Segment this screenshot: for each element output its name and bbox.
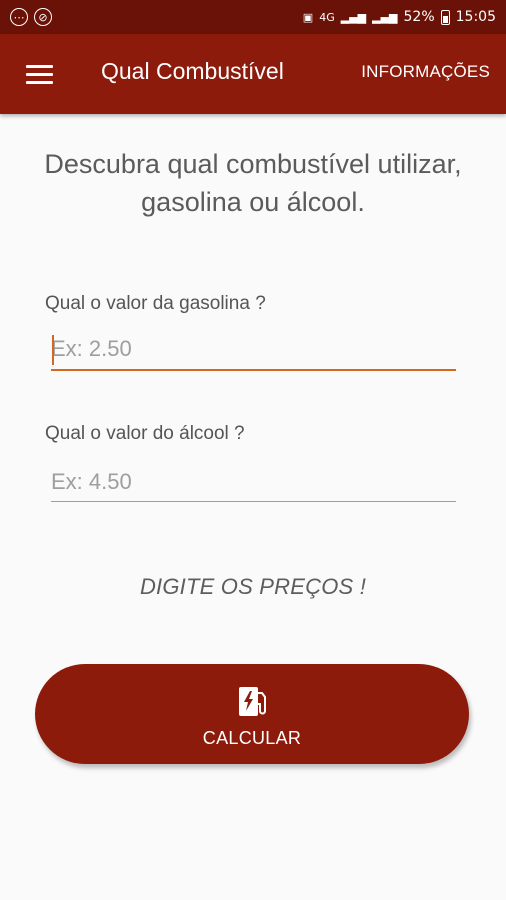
network-type: 4G	[319, 10, 335, 24]
fuel-pump-icon	[239, 686, 266, 716]
signal-icon-2: ▂▄▆	[372, 10, 398, 24]
signal-icon: ▂▄▆	[340, 10, 367, 24]
hamburger-menu-icon[interactable]	[26, 65, 53, 85]
alcohol-price-input[interactable]	[51, 461, 456, 503]
app-title: Qual Combustível	[101, 58, 284, 84]
vpn-icon: ⊘	[34, 8, 52, 26]
alcohol-label: Qual o valor do álcool ?	[45, 423, 245, 444]
headline: Descubra qual combustível utilizar, gaso…	[0, 145, 506, 221]
app-bar: Qual Combustível INFORMAÇÕES	[0, 34, 506, 114]
result-text: DIGITE OS PREÇOS !	[139, 574, 367, 599]
gasoline-input-underline	[51, 369, 456, 371]
gasoline-label: Qual o valor da gasolina ?	[45, 293, 266, 314]
headline-line-2: gasolina ou álcool.	[141, 187, 365, 217]
clock: 15:05	[455, 9, 496, 25]
headline-line-1: Descubra qual combustível utilizar,	[44, 149, 462, 179]
battery-icon	[440, 9, 450, 25]
text-cursor	[52, 335, 54, 365]
notification-icon: ⋯	[10, 8, 28, 26]
calculate-label: CALCULAR	[202, 727, 302, 748]
status-right: ▣ 4G ▂▄▆ ▂▄▆ 52% 15:05	[303, 9, 496, 25]
battery-percent: 52%	[403, 9, 435, 25]
info-button[interactable]: INFORMAÇÕES	[361, 62, 490, 82]
calculate-button[interactable]: CALCULAR	[35, 664, 469, 764]
screenshot-icon: ▣	[302, 10, 314, 24]
status-bar: ⋯ ⊘ ▣ 4G ▂▄▆ ▂▄▆ 52% 15:05	[0, 0, 506, 34]
alcohol-input-underline	[51, 501, 456, 502]
status-left: ⋯ ⊘	[10, 8, 52, 26]
gasoline-price-input[interactable]	[51, 328, 456, 370]
